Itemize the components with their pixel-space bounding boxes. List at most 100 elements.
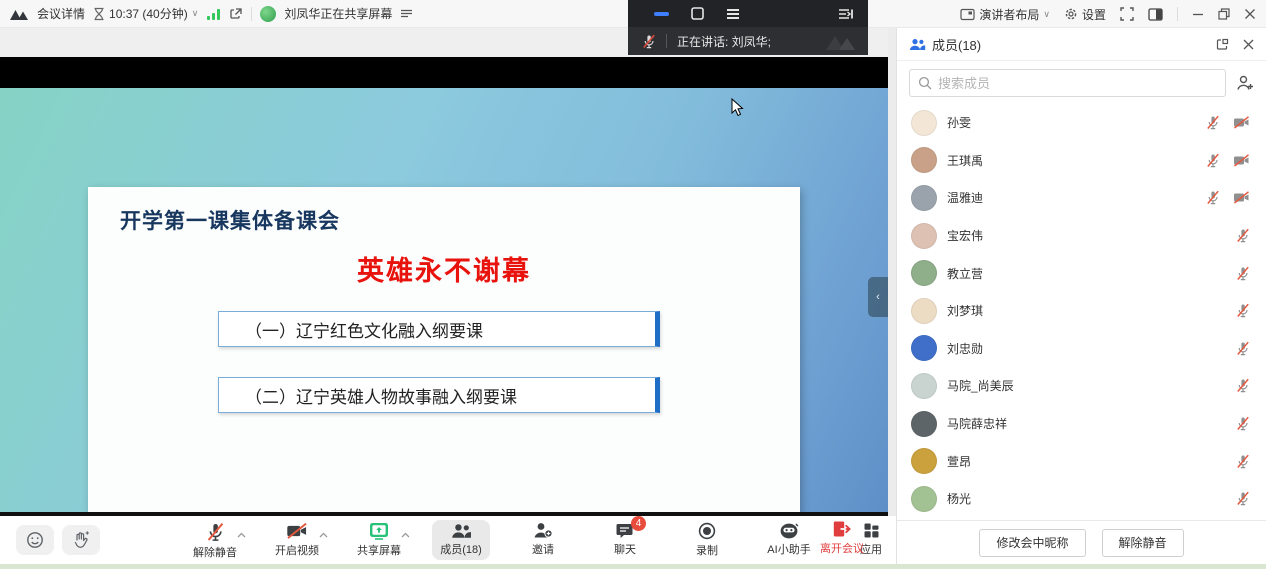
chevron-down-icon: ∨ — [1043, 9, 1050, 20]
camera-off-icon — [286, 522, 308, 540]
member-row[interactable]: 萱昂 — [897, 442, 1266, 480]
member-row[interactable]: 刘忠勋 — [897, 330, 1266, 368]
toolbar-chat[interactable]: 聊天 4 — [596, 520, 654, 560]
mic-muted-icon — [1236, 228, 1250, 243]
maximize-bar-icon[interactable] — [691, 7, 704, 20]
member-row[interactable]: 孙雯 — [897, 104, 1266, 142]
minimize-button[interactable] — [1192, 8, 1204, 20]
raise-hand-button[interactable] — [62, 525, 100, 555]
shared-desktop: 开学第一课集体备课会 英雄永不谢幕 （一）辽宁红色文化融入纲要课 （二）辽宁英雄… — [0, 88, 888, 512]
member-avatar — [911, 411, 937, 437]
floating-control-bar: 正在讲话: 刘凤华; — [628, 0, 868, 55]
shared-screen-area: 开学第一课集体备课会 英雄永不谢幕 （一）辽宁红色文化融入纲要课 （二）辽宁英雄… — [0, 28, 888, 516]
member-row[interactable]: 马院薛忠祥 — [897, 405, 1266, 443]
fullscreen-button[interactable] — [1120, 7, 1134, 21]
open-external-icon[interactable] — [229, 7, 243, 21]
member-row[interactable]: 王琪禹 — [897, 142, 1266, 180]
meeting-timer[interactable]: 10:37 (40分钟) ∨ — [93, 5, 198, 22]
member-avatar — [911, 110, 937, 136]
invite-icon — [533, 522, 553, 539]
member-search-box[interactable] — [909, 69, 1226, 97]
chat-unread-badge: 4 — [631, 516, 646, 531]
toolbar-ai-assistant[interactable]: AI小助手 — [760, 520, 818, 560]
member-name: 宝宏伟 — [947, 227, 1236, 244]
camera-off-icon — [1233, 116, 1250, 129]
member-name: 温雅迪 — [947, 189, 1206, 206]
mic-muted-icon — [1236, 341, 1250, 356]
sharing-options-icon[interactable] — [400, 8, 413, 19]
divider — [666, 34, 667, 48]
close-panel-icon[interactable] — [1243, 39, 1254, 50]
toolbar-label: 成员(18) — [440, 541, 482, 557]
slide-subtitle: 英雄永不谢幕 — [88, 249, 800, 288]
member-search-input[interactable] — [938, 76, 1217, 91]
menu-bar-icon[interactable] — [726, 8, 740, 20]
leave-icon — [833, 520, 851, 538]
sharer-avatar — [260, 6, 276, 22]
chevron-up-icon[interactable] — [237, 527, 246, 541]
chevron-up-icon[interactable] — [401, 527, 410, 541]
panel-collapse-handle[interactable]: ‹ — [868, 277, 888, 317]
close-button[interactable] — [1244, 8, 1256, 20]
layout-selector[interactable]: 演讲者布局 ∨ — [960, 6, 1050, 23]
search-icon — [918, 76, 932, 90]
slide-item-1: （一）辽宁红色文化融入纲要课 — [218, 311, 660, 347]
network-signal-icon[interactable] — [206, 8, 221, 20]
member-list[interactable]: 孙雯 王琪禹 温雅迪 宝宏伟 — [897, 104, 1266, 520]
member-row[interactable]: 杨光 — [897, 480, 1266, 518]
member-name: 刘忠勋 — [947, 340, 1236, 357]
toolbar-label: 共享屏幕 — [357, 542, 401, 558]
toolbar-label: 邀请 — [532, 541, 554, 557]
toolbar-start-video[interactable]: 开启视频 — [268, 520, 326, 560]
restore-button[interactable] — [1218, 8, 1230, 20]
meeting-time-label: 10:37 (40分钟) — [109, 5, 188, 22]
member-avatar — [911, 448, 937, 474]
member-row[interactable]: 教立营 — [897, 254, 1266, 292]
screen-share-icon — [369, 522, 389, 540]
settings-button[interactable]: 设置 — [1064, 6, 1106, 23]
member-row[interactable]: 马院_尚美辰 — [897, 367, 1266, 405]
member-name: 马院薛忠祥 — [947, 415, 1236, 432]
raise-hand-icon — [72, 531, 90, 550]
unmute-all-button[interactable]: 解除静音 — [1102, 529, 1184, 557]
toolbar-invite[interactable]: 邀请 — [514, 520, 572, 560]
add-member-button[interactable] — [1236, 75, 1254, 91]
collapse-bar-icon[interactable] — [838, 8, 854, 20]
members-panel: 成员(18) 孙雯 王琪禹 — [896, 28, 1266, 564]
member-avatar — [911, 147, 937, 173]
toolbar-members[interactable]: 成员(18) — [432, 520, 490, 560]
mic-muted-icon — [1236, 378, 1250, 393]
member-row[interactable]: 刘梦琪 — [897, 292, 1266, 330]
slide-item-2: （二）辽宁英雄人物故事融入纲要课 — [218, 377, 660, 413]
leave-label: 离开会议 — [820, 540, 864, 556]
toolbar-unmute[interactable]: 解除静音 — [186, 520, 244, 560]
slide-title: 开学第一课集体备课会 — [120, 205, 340, 235]
member-name: 孙雯 — [947, 114, 1206, 131]
apps-icon — [863, 522, 880, 539]
member-name: 马院_尚美辰 — [947, 377, 1236, 394]
popout-panel-icon[interactable] — [1216, 38, 1229, 51]
side-panel-toggle-icon[interactable] — [1148, 8, 1163, 21]
presentation-slide: 开学第一课集体备课会 英雄永不谢幕 （一）辽宁红色文化融入纲要课 （二）辽宁英雄… — [88, 187, 800, 515]
toolbar-share-screen[interactable]: 共享屏幕 — [350, 520, 408, 560]
minimize-bar-icon[interactable] — [654, 12, 669, 16]
member-avatar — [911, 373, 937, 399]
leave-meeting-button[interactable]: 离开会议 — [820, 520, 864, 556]
meeting-details-button[interactable]: 会议详情 — [37, 5, 85, 22]
chevron-up-icon[interactable] — [319, 527, 328, 541]
reactions-button[interactable] — [16, 525, 54, 555]
member-name: 萱昂 — [947, 453, 1236, 470]
member-row[interactable]: 宝宏伟 — [897, 217, 1266, 255]
toolbar-label: 录制 — [696, 542, 718, 558]
speaker-muted-mic-icon — [642, 34, 656, 49]
toolbar-label: 聊天 — [614, 541, 636, 557]
member-avatar — [911, 298, 937, 324]
rename-button[interactable]: 修改会中昵称 — [979, 529, 1085, 557]
camera-off-icon — [1233, 191, 1250, 204]
member-row[interactable]: 温雅迪 — [897, 179, 1266, 217]
toolbar-record[interactable]: 录制 — [678, 520, 736, 560]
camera-off-icon — [1233, 154, 1250, 167]
member-avatar — [911, 486, 937, 512]
toolbar-label: 开启视频 — [275, 542, 319, 558]
mic-muted-icon — [206, 522, 225, 542]
